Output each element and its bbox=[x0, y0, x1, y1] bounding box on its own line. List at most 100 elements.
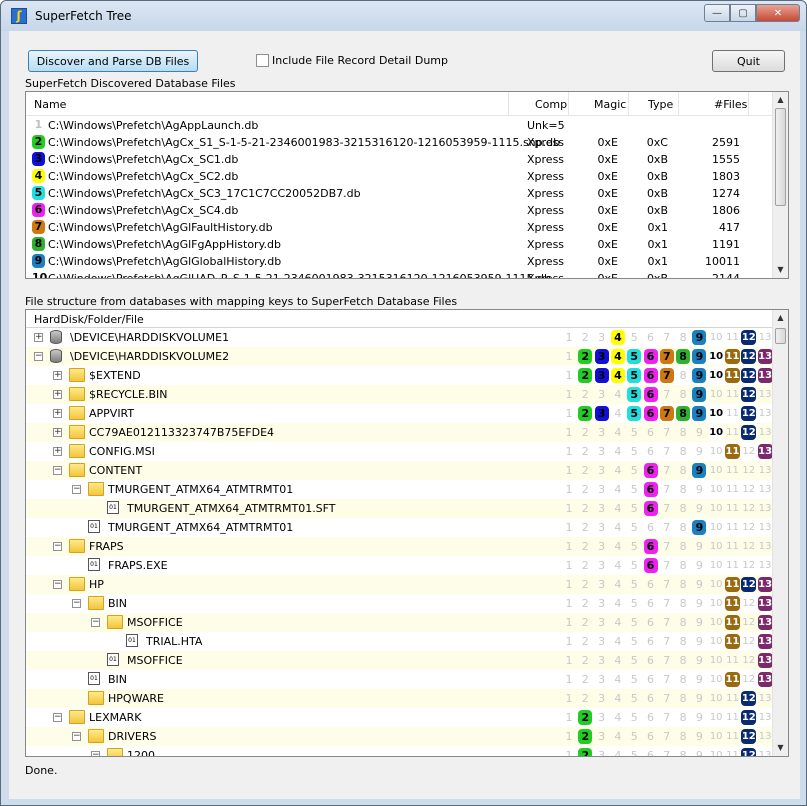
db-list-scrollbar[interactable]: ▲ ▼ bbox=[772, 92, 788, 278]
expand-icon[interactable]: + bbox=[53, 428, 62, 437]
collapse-icon[interactable]: − bbox=[53, 466, 62, 475]
collapse-icon[interactable]: − bbox=[91, 618, 100, 627]
tree-row[interactable]: − TMURGENT_ATMX64_ATMTRMT01 1 2 3 4 5 6 7 8 9 10 11 1… bbox=[26, 480, 788, 499]
tree-node-label[interactable]: TMURGENT_ATMX64_ATMTRMT01.SFT bbox=[127, 502, 336, 515]
tree-row[interactable]: −12001234567891011121314 bbox=[26, 746, 788, 756]
collapse-icon[interactable]: − bbox=[91, 751, 100, 756]
collapse-icon[interactable]: − bbox=[34, 352, 43, 361]
tree-row[interactable]: 01FRAPS.EXE1234567891011121314 bbox=[26, 556, 788, 575]
file-tree[interactable]: HardDisk/Folder/File + \DEVICE\HARDDISKVO… bbox=[25, 309, 789, 757]
expand-icon[interactable]: + bbox=[53, 390, 62, 399]
tree-node-label[interactable]: HPQWARE bbox=[108, 692, 164, 705]
mapping-key-9: 9 bbox=[692, 330, 707, 345]
col-type[interactable]: Type bbox=[648, 98, 673, 111]
tree-row[interactable]: HPQWARE1234567891011121314 bbox=[26, 689, 788, 708]
discover-button[interactable]: Discover and Parse DB Files bbox=[28, 50, 198, 72]
db-list-row[interactable]: 3 C:\Windows\Prefetch\AgCx_SC1.db Xpress 0x… bbox=[26, 151, 772, 168]
collapse-icon[interactable]: − bbox=[72, 732, 81, 741]
tree-node-label[interactable]: $RECYCLE.BIN bbox=[89, 388, 167, 401]
col-magic[interactable]: Magic bbox=[594, 98, 626, 111]
tree-node-label[interactable]: MSOFFICE bbox=[127, 616, 183, 629]
scroll-up-icon[interactable]: ▲ bbox=[773, 92, 788, 108]
title-bar[interactable]: ʃ SuperFetch Tree — ▢ ✕ bbox=[1, 1, 806, 31]
scroll-down-icon[interactable]: ▼ bbox=[773, 740, 788, 756]
tree-row[interactable]: +$RECYCLE.BIN1234567891011121314 bbox=[26, 385, 788, 404]
collapse-icon[interactable]: − bbox=[72, 599, 81, 608]
detail-dump-checkbox[interactable] bbox=[256, 54, 269, 67]
tree-scrollbar[interactable]: ▲ ▼ bbox=[772, 310, 788, 756]
db-list-row[interactable]: 4 C:\Windows\Prefetch\AgCx_SC2.db Xpress 0x… bbox=[26, 168, 772, 185]
tree-row[interactable]: −CONTENT1234567891011121314 bbox=[26, 461, 788, 480]
tree-node-label[interactable]: \DEVICE\HARDDISKVOLUME2 bbox=[70, 350, 229, 363]
col-files[interactable]: #Files bbox=[714, 98, 747, 111]
db-file-list[interactable]: Name Comp Magic Type #Files 1 C:\Windows\… bbox=[25, 91, 789, 279]
col-name[interactable]: Name bbox=[34, 98, 66, 111]
tree-node-label[interactable]: $EXTEND bbox=[89, 369, 141, 382]
minimize-button[interactable]: — bbox=[704, 4, 730, 22]
detail-dump-checkbox-row[interactable]: Include File Record Detail Dump bbox=[256, 54, 448, 67]
tree-row[interactable]: 01 TMURGENT_ATMX64_ATMTRMT01.SFT 1 2 3 4 5 6 7 8 9… bbox=[26, 499, 788, 518]
tree-node-label[interactable]: CC79AE012113323747B75EFDE4 bbox=[89, 426, 274, 439]
tree-row[interactable]: −BIN1234567891011121314 bbox=[26, 594, 788, 613]
tree-row[interactable]: + CC79AE012113323747B75EFDE4 1 2 3 4 5 6 7 8 9 10 11… bbox=[26, 423, 788, 442]
db-list-row[interactable]: 10 C:\Windows\Prefetch\AgGlUAD_P_S-1-5-21… bbox=[26, 270, 772, 278]
db-list-row[interactable]: 8 C:\Windows\Prefetch\AgGlFgAppHistory.db… bbox=[26, 236, 772, 253]
scroll-down-icon[interactable]: ▼ bbox=[773, 262, 788, 278]
db-list-row[interactable]: 7 C:\Windows\Prefetch\AgGlFaultHistory.db… bbox=[26, 219, 772, 236]
expand-icon[interactable]: + bbox=[53, 447, 62, 456]
tree-node-label[interactable]: TMURGENT_ATMX64_ATMTRMT01 bbox=[108, 521, 293, 534]
tree-node-label[interactable]: FRAPS bbox=[89, 540, 124, 553]
tree-row[interactable]: −FRAPS1234567891011121314 bbox=[26, 537, 788, 556]
tree-row[interactable]: +APPVIRT1234567891011121314 bbox=[26, 404, 788, 423]
db-list-row[interactable]: 1 C:\Windows\Prefetch\AgAppLaunch.db Unk=5 bbox=[26, 117, 772, 134]
collapse-icon[interactable]: − bbox=[53, 713, 62, 722]
tree-node-label[interactable]: BIN bbox=[108, 597, 127, 610]
db-list-row[interactable]: 5 C:\Windows\Prefetch\AgCx_SC3_17C1C7CC20… bbox=[26, 185, 772, 202]
tree-node-label[interactable]: CONTENT bbox=[89, 464, 142, 477]
close-button[interactable]: ✕ bbox=[756, 4, 800, 22]
maximize-button[interactable]: ▢ bbox=[730, 4, 756, 22]
db-list-row[interactable]: 2 C:\Windows\Prefetch\AgCx_S1_S-1-5-21-23… bbox=[26, 134, 772, 151]
tree-row[interactable]: 01BIN1234567891011121314 bbox=[26, 670, 788, 689]
tree-row[interactable]: 01 TMURGENT_ATMX64_ATMTRMT01 1 2 3 4 5 6 7 8 9 10 11… bbox=[26, 518, 788, 537]
tree-node-label[interactable]: FRAPS.EXE bbox=[108, 559, 168, 572]
tree-scroll-thumb[interactable] bbox=[775, 328, 786, 344]
tree-node-label[interactable]: APPVIRT bbox=[89, 407, 134, 420]
tree-row[interactable]: −HP1234567891011121314 bbox=[26, 575, 788, 594]
db-list-row[interactable]: 6 C:\Windows\Prefetch\AgCx_SC4.db Xpress 0x… bbox=[26, 202, 772, 219]
col-comp[interactable]: Comp bbox=[535, 98, 567, 111]
tree-row[interactable]: −MSOFFICE1234567891011121314 bbox=[26, 613, 788, 632]
tree-node-label[interactable]: BIN bbox=[108, 673, 127, 686]
scroll-up-icon[interactable]: ▲ bbox=[773, 310, 788, 326]
mapping-key-11: 11 bbox=[726, 465, 739, 476]
tree-node-label[interactable]: TRIAL.HTA bbox=[146, 635, 202, 648]
expand-icon[interactable]: + bbox=[34, 333, 43, 342]
tree-row[interactable]: 01MSOFFICE1234567891011121314 bbox=[26, 651, 788, 670]
tree-row[interactable]: 01TRIAL.HTA1234567891011121314 bbox=[26, 632, 788, 651]
tree-node-label[interactable]: LEXMARK bbox=[89, 711, 142, 724]
tree-row[interactable]: +$EXTEND1234567891011121314 bbox=[26, 366, 788, 385]
db-list-row[interactable]: 9 C:\Windows\Prefetch\AgGlGlobalHistory.d… bbox=[26, 253, 772, 270]
quit-button[interactable]: Quit bbox=[712, 50, 785, 72]
collapse-icon[interactable]: − bbox=[72, 485, 81, 494]
tree-row[interactable]: − \DEVICE\HARDDISKVOLUME2 1 2 3 4 5 6 7 8 9 10 11 12 1… bbox=[26, 347, 788, 366]
tree-row[interactable]: +CONFIG.MSI1234567891011121314 bbox=[26, 442, 788, 461]
tree-row[interactable]: + \DEVICE\HARDDISKVOLUME1 1 2 3 4 5 6 7 8 9 10 11 12 1… bbox=[26, 328, 788, 347]
tree-row[interactable]: −LEXMARK1234567891011121314 bbox=[26, 708, 788, 727]
tree-row[interactable]: −DRIVERS1234567891011121314 bbox=[26, 727, 788, 746]
expand-icon[interactable]: + bbox=[53, 409, 62, 418]
mapping-key-6: 6 bbox=[643, 463, 658, 478]
tree-node-label[interactable]: HP bbox=[89, 578, 104, 591]
tree-node-label[interactable]: MSOFFICE bbox=[127, 654, 183, 667]
mapping-key-9: 9 bbox=[695, 635, 703, 648]
tree-header-label[interactable]: HardDisk/Folder/File bbox=[34, 313, 144, 326]
tree-node-label[interactable]: TMURGENT_ATMX64_ATMTRMT01 bbox=[108, 483, 293, 496]
tree-node-label[interactable]: DRIVERS bbox=[108, 730, 156, 743]
tree-node-label[interactable]: CONFIG.MSI bbox=[89, 445, 155, 458]
collapse-icon[interactable]: − bbox=[53, 580, 62, 589]
db-list-scroll-thumb[interactable] bbox=[775, 108, 786, 206]
expand-icon[interactable]: + bbox=[53, 371, 62, 380]
tree-node-label[interactable]: \DEVICE\HARDDISKVOLUME1 bbox=[70, 331, 229, 344]
collapse-icon[interactable]: − bbox=[53, 542, 62, 551]
tree-node-label[interactable]: 1200 bbox=[127, 749, 155, 756]
